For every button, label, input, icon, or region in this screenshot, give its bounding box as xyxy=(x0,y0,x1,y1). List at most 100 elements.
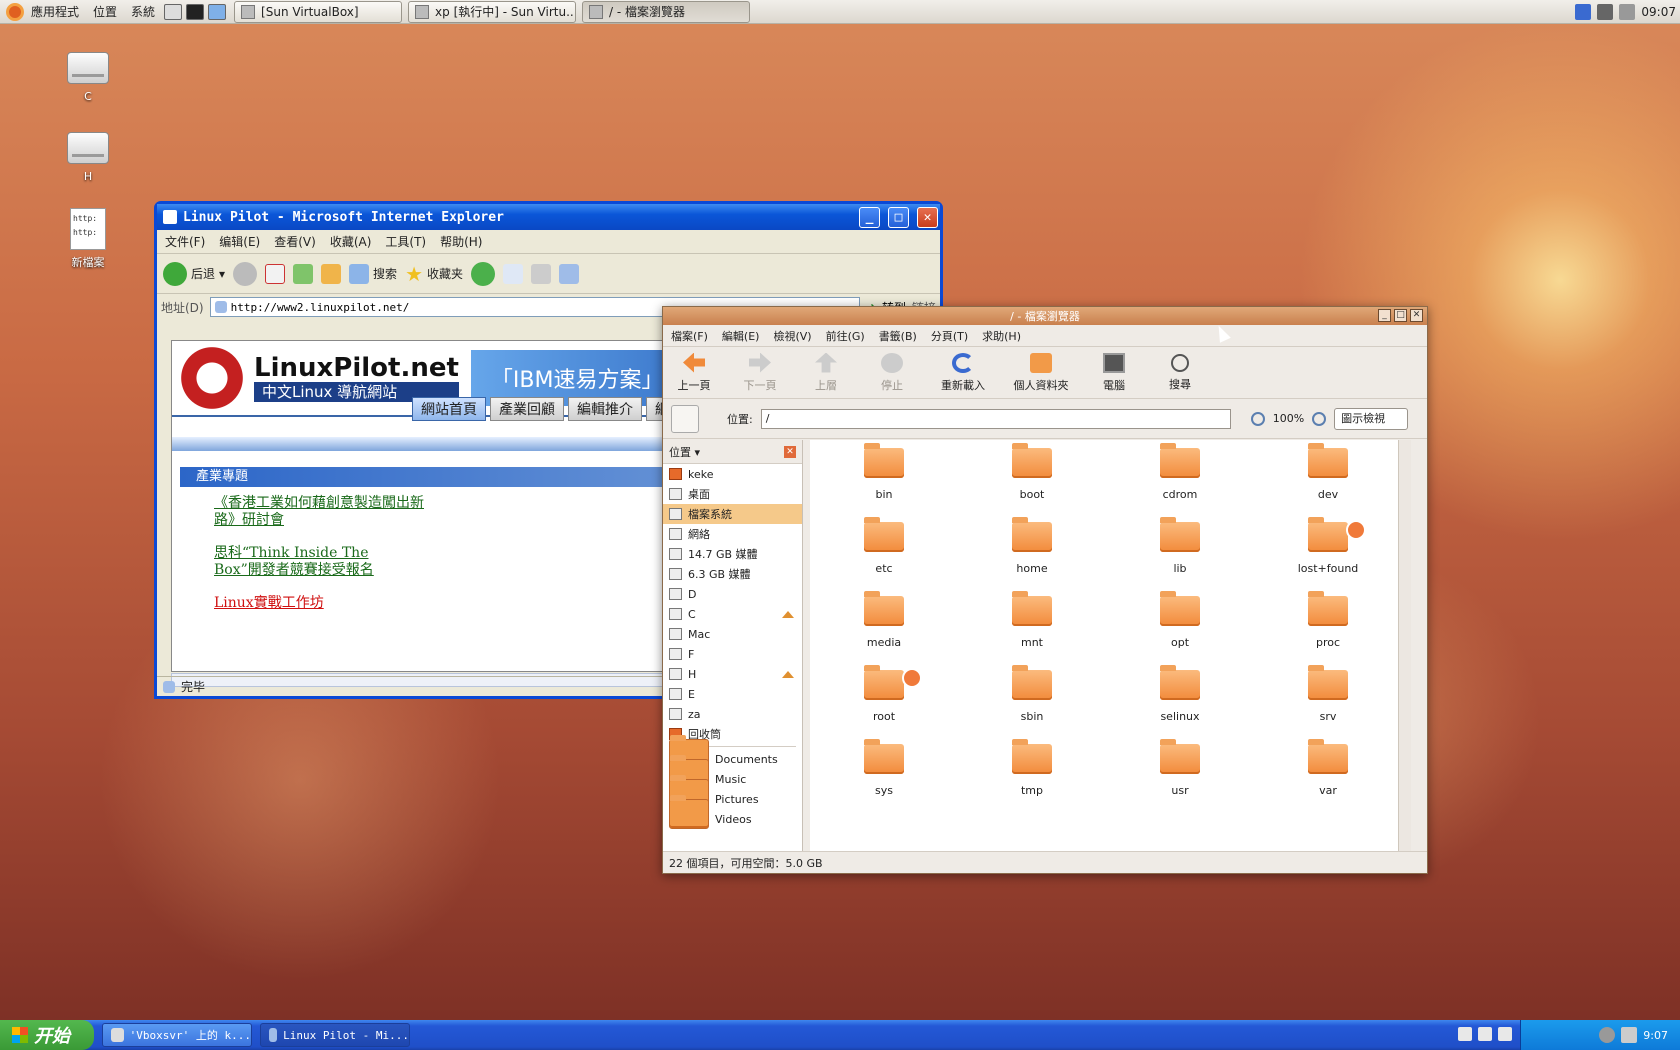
file-item[interactable]: boot xyxy=(958,443,1106,522)
file-item[interactable]: dev xyxy=(1254,443,1402,522)
file-item[interactable]: proc xyxy=(1254,591,1402,670)
sidebar-item-za[interactable]: za xyxy=(663,704,802,724)
virtualbox-launcher-icon[interactable] xyxy=(208,3,227,20)
sidebar-mode-select[interactable]: 位置 ▾ xyxy=(669,444,700,460)
file-item[interactable]: tmp xyxy=(958,739,1106,818)
location-input[interactable]: / xyxy=(760,408,1231,429)
file-item[interactable]: media xyxy=(810,591,958,670)
close-button[interactable]: ✕ xyxy=(1410,309,1423,322)
menu-edit[interactable]: 編輯(E) xyxy=(722,328,760,344)
eject-icon[interactable] xyxy=(782,670,794,678)
back-button[interactable]: 上一頁 xyxy=(669,352,719,393)
sidebar-item-media-6gb[interactable]: 6.3 GB 媒體 xyxy=(663,564,802,584)
view-mode-select[interactable]: 圖示檢視 xyxy=(1334,407,1409,430)
up-button[interactable]: 上層 xyxy=(801,352,851,393)
file-item[interactable]: srv xyxy=(1254,665,1402,744)
file-item[interactable]: sys xyxy=(810,739,958,818)
sidebar-item-desktop[interactable]: 桌面 xyxy=(663,484,802,504)
file-item[interactable]: selinux xyxy=(1106,665,1254,744)
ubuntu-logo-icon[interactable] xyxy=(6,2,24,21)
site-name[interactable]: LinuxPilot.net xyxy=(254,354,459,382)
taskbar-ie[interactable]: Linux Pilot - Mi... xyxy=(260,1023,410,1047)
expand-icon[interactable] xyxy=(1498,1027,1512,1041)
sidebar-item-c[interactable]: C xyxy=(663,604,802,624)
info-icon[interactable] xyxy=(1575,4,1592,20)
file-item[interactable]: home xyxy=(958,517,1106,596)
sidebar-item-home[interactable]: keke xyxy=(663,464,802,484)
file-item[interactable]: cdrom xyxy=(1106,443,1254,522)
stop-button[interactable]: 停止 xyxy=(867,352,917,393)
stop-icon[interactable] xyxy=(265,263,286,284)
tab-editor-picks[interactable]: 編輯推介 xyxy=(568,397,642,421)
reload-button[interactable]: 重新載入 xyxy=(933,352,993,393)
file-item[interactable]: lost+found xyxy=(1254,517,1402,596)
terminal-launcher-icon[interactable] xyxy=(186,3,205,20)
sidebar-item-f[interactable]: F xyxy=(663,644,802,664)
file-item[interactable]: mnt xyxy=(958,591,1106,670)
camera-launcher-icon[interactable] xyxy=(164,3,183,20)
panel-clock[interactable]: 09:07 xyxy=(1641,5,1676,19)
sidebar-item-e[interactable]: E xyxy=(663,684,802,704)
file-item[interactable]: lib xyxy=(1106,517,1254,596)
edit-page-icon[interactable] xyxy=(559,263,580,284)
file-item[interactable]: usr xyxy=(1106,739,1254,818)
task-virtualbox[interactable]: [Sun VirtualBox] xyxy=(234,0,403,23)
task-file-browser[interactable]: / - 檔案瀏覽器 xyxy=(582,0,751,23)
fb-titlebar[interactable]: / - 檔案瀏覽器 _ □ ✕ xyxy=(663,307,1427,325)
menu-system[interactable]: 系統 xyxy=(124,3,162,20)
menu-favorites[interactable]: 收藏(A) xyxy=(330,233,372,250)
menu-help[interactable]: 求助(H) xyxy=(982,328,1021,344)
back-button[interactable]: 后退 ▾ xyxy=(163,261,225,286)
forward-arrow-icon[interactable] xyxy=(233,261,258,286)
taskbar-explorer[interactable]: 'Vboxsvr' 上的 k... xyxy=(102,1023,252,1047)
file-item[interactable]: etc xyxy=(810,517,958,596)
file-item[interactable]: bin xyxy=(810,443,958,522)
menu-places[interactable]: 位置 xyxy=(86,3,124,20)
sidebar-item-network[interactable]: 網絡 xyxy=(663,524,802,544)
news-link[interactable]: 《香港工業如何藉創意製造闖出新路》研討會 xyxy=(214,495,434,529)
menu-tabs[interactable]: 分頁(T) xyxy=(931,328,968,344)
close-sidebar-icon[interactable]: ✕ xyxy=(784,445,796,458)
file-item[interactable]: root xyxy=(810,665,958,744)
eject-icon[interactable] xyxy=(782,610,794,618)
minimize-button[interactable]: _ xyxy=(859,206,880,228)
keyboard-icon[interactable] xyxy=(1458,1027,1472,1041)
favorites-button[interactable]: ★ 收藏夹 xyxy=(405,262,463,286)
menu-applications[interactable]: 應用程式 xyxy=(24,3,86,20)
zoom-level[interactable]: 100% xyxy=(1273,412,1304,425)
minimize-button[interactable]: _ xyxy=(1378,309,1391,322)
mail-icon[interactable] xyxy=(503,263,524,284)
menu-file[interactable]: 文件(F) xyxy=(165,233,205,250)
desktop-drive-c[interactable]: C xyxy=(58,52,118,103)
zoom-out-icon[interactable] xyxy=(1250,411,1265,426)
tab-home[interactable]: 網站首頁 xyxy=(412,397,486,421)
maximize-button[interactable]: □ xyxy=(1394,309,1407,322)
toggle-location-button[interactable] xyxy=(671,404,699,433)
news-link[interactable]: 思科“Think Inside The Box”開發者競賽接受報名 xyxy=(214,545,414,579)
menu-help[interactable]: 帮助(H) xyxy=(440,233,482,250)
search-button[interactable]: 搜索 xyxy=(349,263,397,284)
volume-icon[interactable] xyxy=(1621,1027,1638,1043)
network-icon[interactable] xyxy=(1599,1027,1616,1043)
refresh-icon[interactable] xyxy=(293,263,314,284)
sidebar-item-filesystem[interactable]: 檔案系統 xyxy=(663,504,802,524)
file-item[interactable]: var xyxy=(1254,739,1402,818)
start-button[interactable]: 开始 xyxy=(0,1020,94,1050)
menu-bookmarks[interactable]: 書籤(B) xyxy=(879,328,917,344)
menu-tools[interactable]: 工具(T) xyxy=(385,233,426,250)
print-icon[interactable] xyxy=(531,263,552,284)
menu-file[interactable]: 檔案(F) xyxy=(671,328,708,344)
home-folder-button[interactable]: 個人資料夾 xyxy=(1009,352,1073,393)
file-item[interactable]: sbin xyxy=(958,665,1106,744)
desktop-new-file[interactable]: http: http: 新檔案 xyxy=(58,208,118,270)
desktop-drive-h[interactable]: H xyxy=(58,132,118,183)
home-icon[interactable] xyxy=(321,263,342,284)
forward-button[interactable]: 下一頁 xyxy=(735,352,785,393)
history-icon[interactable] xyxy=(471,261,496,286)
xp-clock[interactable]: 9:07 xyxy=(1643,1029,1668,1042)
sidebar-item-h[interactable]: H xyxy=(663,664,802,684)
maximize-button[interactable]: □ xyxy=(888,206,909,228)
computer-button[interactable]: 電腦 xyxy=(1089,352,1139,393)
menu-edit[interactable]: 编辑(E) xyxy=(219,233,260,250)
bookmark-videos[interactable]: Videos xyxy=(663,795,802,829)
